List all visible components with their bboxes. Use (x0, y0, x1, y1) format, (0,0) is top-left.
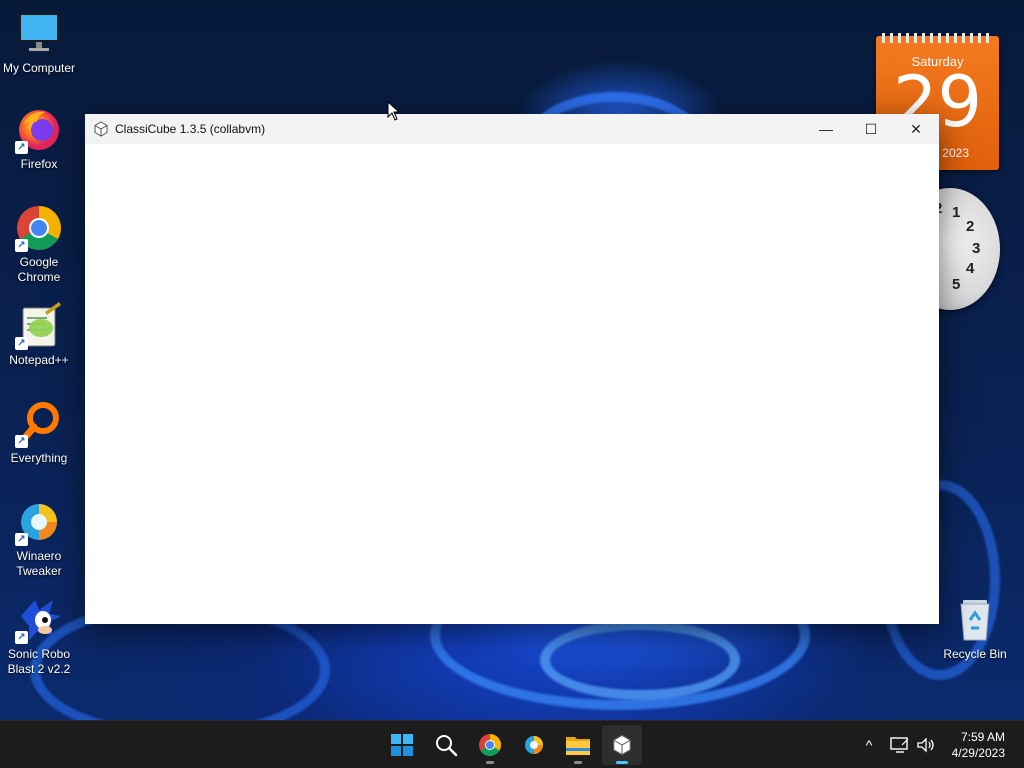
wallpaper-bloom (540, 620, 740, 700)
taskbar: ^ 7:59 AM 4/29/2023 (0, 720, 1024, 768)
volume-icon (917, 737, 934, 753)
firefox-icon: ↗ (15, 106, 63, 154)
desktop-icon-firefox[interactable]: ↗ Firefox (1, 106, 77, 172)
minimize-button[interactable]: — (803, 114, 849, 144)
window-title: ClassiCube 1.3.5 (collabvm) (115, 122, 266, 136)
window-titlebar[interactable]: ClassiCube 1.3.5 (collabvm) — ☐ ✕ (85, 114, 939, 144)
taskbar-explorer-button[interactable] (558, 725, 598, 765)
desktop-icon-notepadpp[interactable]: ↗ Notepad++ (1, 302, 77, 368)
folder-icon (566, 737, 590, 755)
shortcut-arrow-icon: ↗ (15, 533, 28, 546)
clock-numeral: 4 (966, 260, 975, 277)
desktop-icon-label: Recycle Bin (943, 647, 1007, 661)
shortcut-arrow-icon: ↗ (15, 337, 28, 350)
windows-start-icon (391, 734, 413, 756)
tray-network-volume-button[interactable] (890, 721, 936, 768)
taskbar-start-button[interactable] (382, 725, 422, 765)
clock-numeral: 5 (952, 276, 961, 293)
desktop-icon-my-computer[interactable]: My Computer (1, 10, 77, 76)
desktop-icon-sonic-robo-blast[interactable]: ↗ Sonic Robo Blast 2 v2.2 (1, 596, 77, 677)
classicube-icon (613, 734, 631, 756)
shortcut-arrow-icon: ↗ (15, 435, 28, 448)
desktop-icon-label: Google Chrome (17, 255, 61, 284)
shortcut-arrow-icon: ↗ (15, 141, 28, 154)
desktop-icon-label: My Computer (2, 61, 76, 75)
shortcut-arrow-icon: ↗ (15, 631, 28, 644)
shortcut-arrow-icon: ↗ (15, 239, 28, 252)
calendar-year: 2023 (942, 146, 969, 160)
taskbar-active-indicator (616, 761, 628, 764)
taskbar-classicube-button[interactable] (602, 725, 642, 765)
winaero-tweaker-icon (525, 736, 543, 754)
taskbar-running-indicator (486, 761, 494, 764)
taskbar-running-indicator (574, 761, 582, 764)
calendar-rings (882, 33, 993, 43)
desktop-icon-winaero-tweaker[interactable]: ↗ Winaero Tweaker (1, 498, 77, 579)
taskbar-chrome-button[interactable] (470, 725, 510, 765)
chrome-icon (479, 734, 501, 756)
close-button[interactable]: ✕ (893, 114, 939, 144)
desktop-icon-label: Firefox (20, 157, 58, 171)
everything-search-icon: ↗ (15, 400, 63, 448)
tray-overflow-chevron-icon[interactable]: ^ (858, 721, 880, 768)
desktop-icon-label: Sonic Robo Blast 2 v2.2 (7, 647, 71, 676)
taskbar-search-button[interactable] (426, 725, 466, 765)
classicube-window[interactable]: ClassiCube 1.3.5 (collabvm) — ☐ ✕ (85, 114, 939, 624)
search-icon (436, 735, 458, 757)
recycle-bin-icon (951, 596, 999, 644)
taskbar-date: 4/29/2023 (951, 746, 1005, 760)
chrome-icon: ↗ (15, 204, 63, 252)
desktop-icon-label: Winaero Tweaker (16, 549, 62, 578)
clock-numeral: 3 (972, 240, 981, 257)
taskbar-winaero-button[interactable] (514, 725, 554, 765)
desktop-icon-label: Everything (10, 451, 68, 465)
classicube-icon (93, 121, 109, 137)
clock-numeral: 2 (966, 218, 975, 235)
clock-numeral: 1 (952, 204, 961, 221)
taskbar-time: 7:59 AM (960, 730, 1005, 744)
mouse-cursor-icon (387, 101, 399, 121)
desktop: My Computer ↗ Firefox ↗ Google Chrome ↗ … (0, 0, 1024, 720)
maximize-button[interactable]: ☐ (848, 114, 894, 144)
notepadpp-icon: ↗ (15, 302, 63, 350)
monitor-icon (15, 10, 63, 58)
desktop-icon-recycle-bin[interactable]: Recycle Bin (937, 596, 1013, 662)
sonic-icon: ↗ (15, 596, 63, 644)
taskbar-clock[interactable]: 7:59 AM 4/29/2023 (952, 729, 1005, 761)
window-content[interactable] (85, 144, 939, 624)
desktop-icon-google-chrome[interactable]: ↗ Google Chrome (1, 204, 77, 285)
winaero-tweaker-icon: ↗ (15, 498, 63, 546)
network-icon (890, 737, 909, 753)
desktop-icon-label: Notepad++ (9, 353, 69, 367)
desktop-icon-everything[interactable]: ↗ Everything (1, 400, 77, 466)
